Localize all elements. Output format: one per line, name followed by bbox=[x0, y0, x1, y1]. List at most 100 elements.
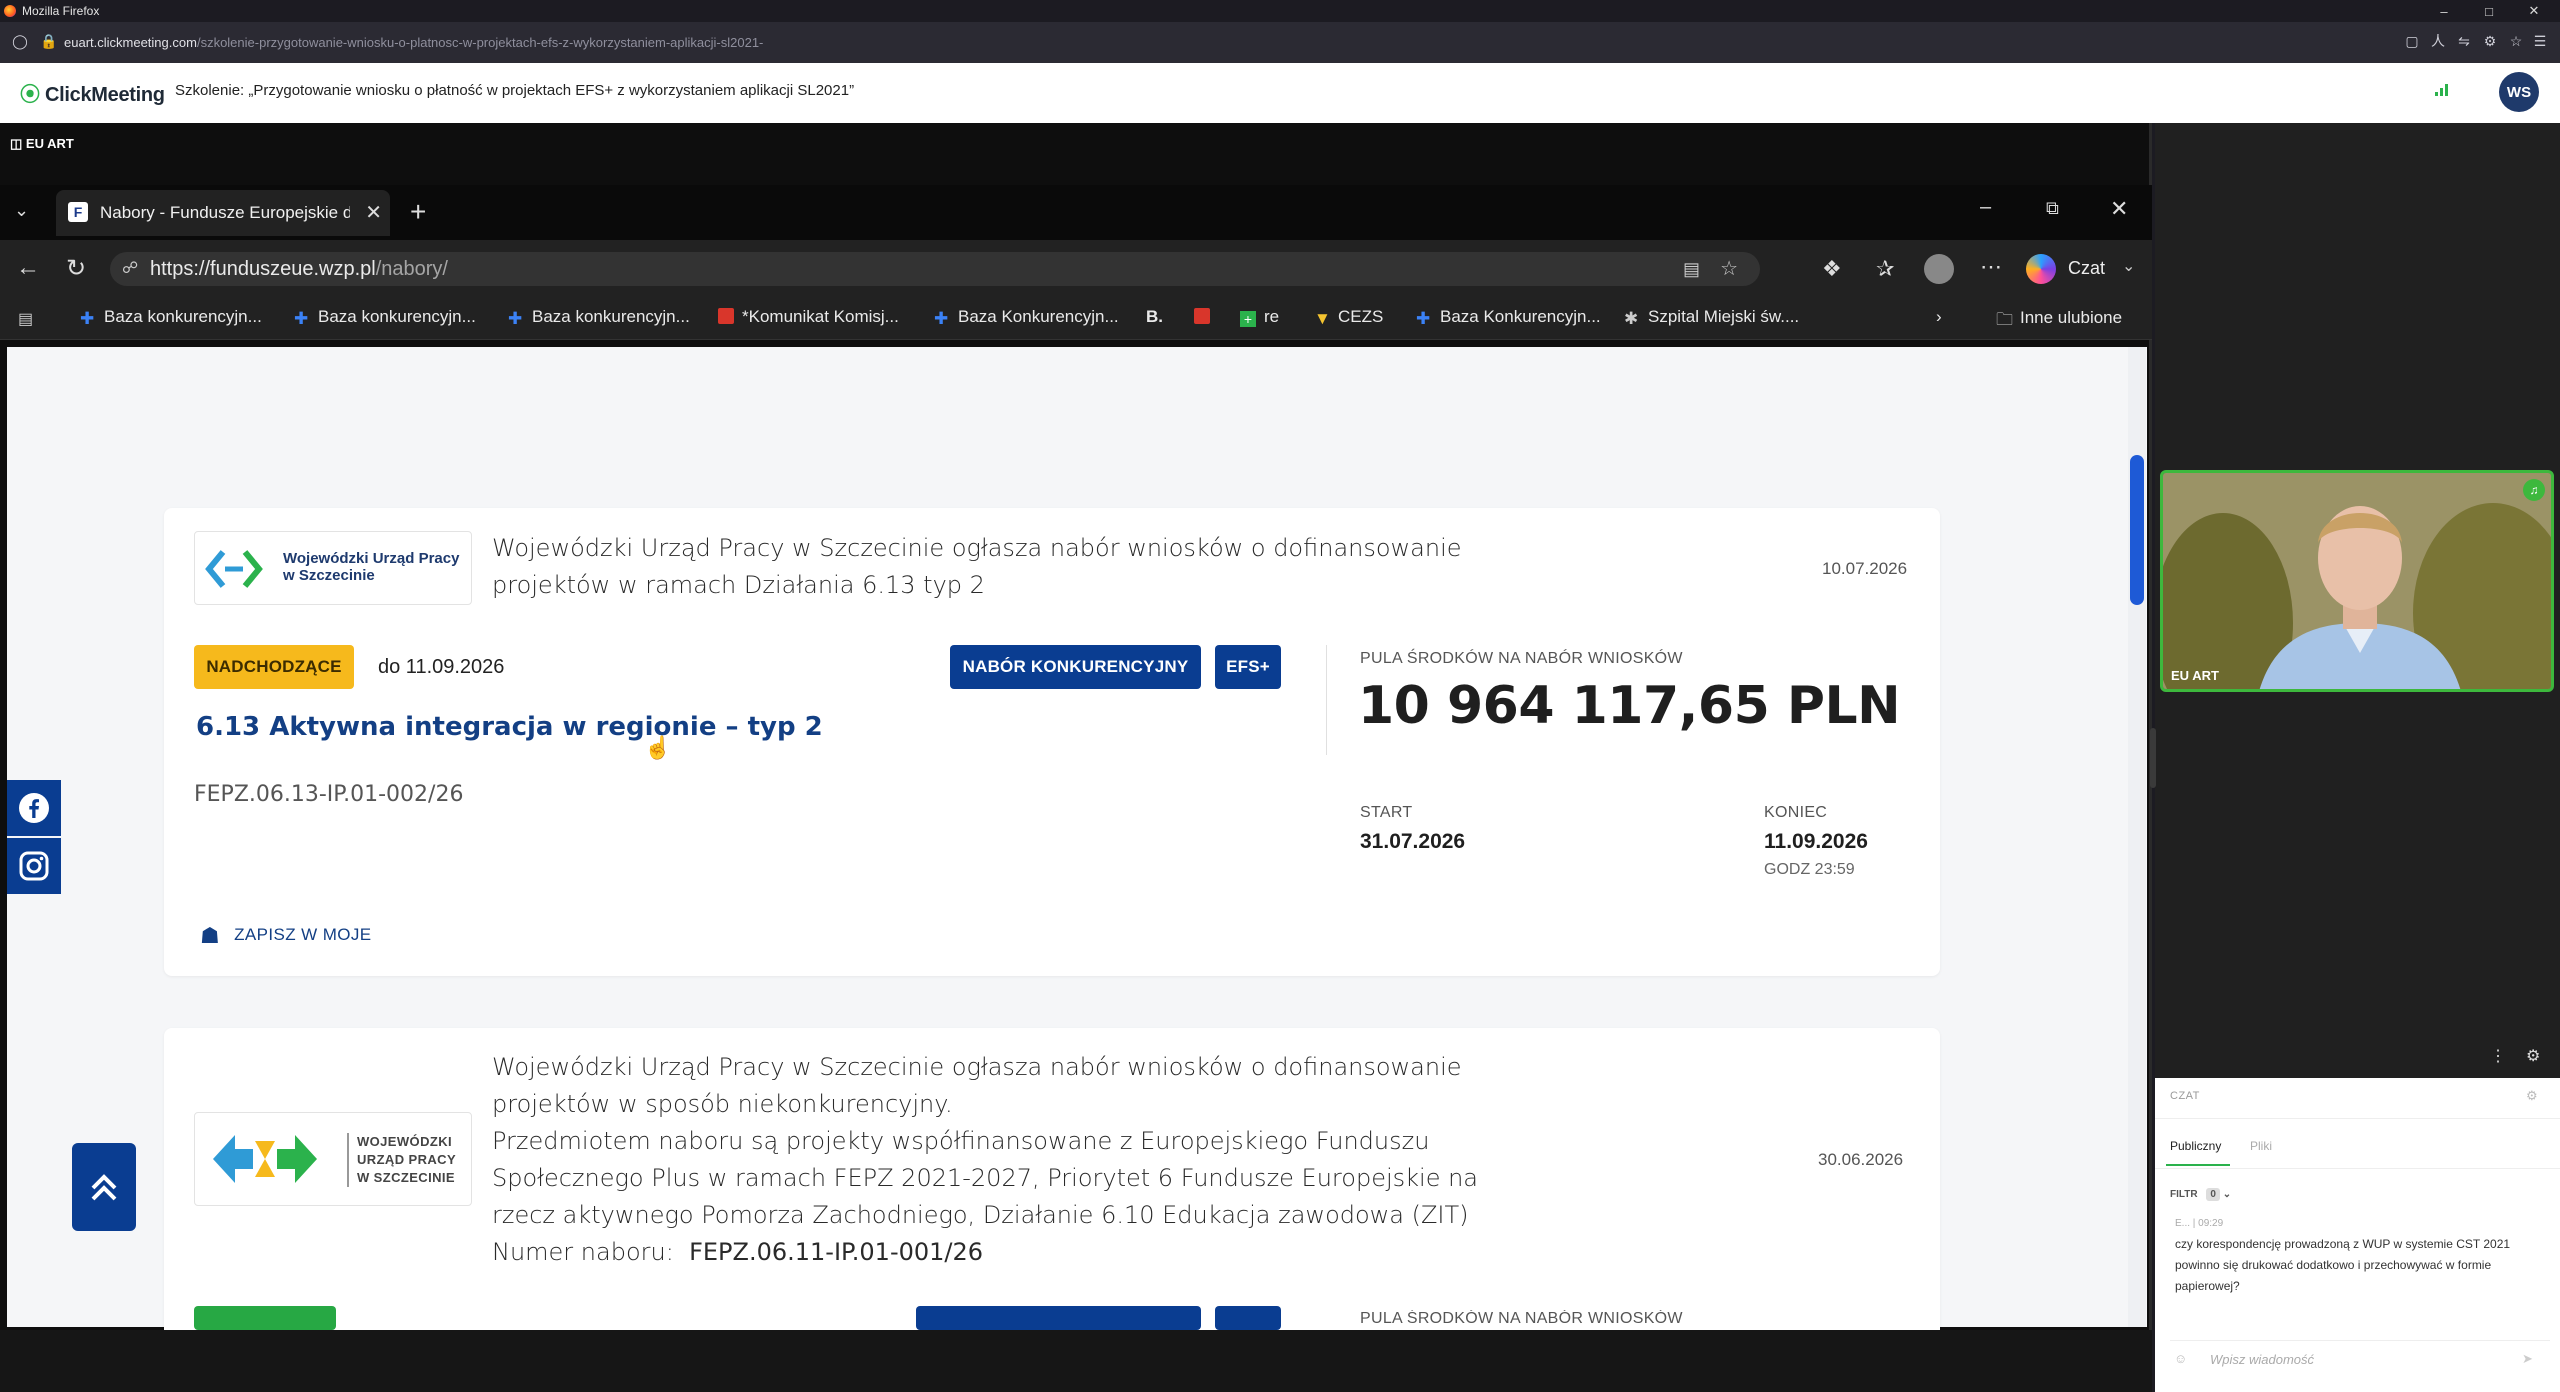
back-button[interactable]: ← bbox=[16, 254, 40, 282]
description-line: Przedmiotem naboru są projekty współfina… bbox=[492, 1127, 1430, 1155]
instagram-button[interactable] bbox=[7, 838, 61, 894]
edge-restore-button[interactable]: ⧉ bbox=[2046, 198, 2059, 219]
profile-icon[interactable] bbox=[1924, 254, 1954, 284]
clickmeeting-logo: ⦿ ClickMeeting bbox=[20, 84, 165, 106]
translate-page-icon[interactable]: ⇋ bbox=[2456, 33, 2472, 49]
joomla-icon: ✱ bbox=[1624, 309, 1639, 328]
firefox-address[interactable]: euart.clickmeeting.com/szkolenie-przygot… bbox=[64, 35, 763, 50]
bookmark-8[interactable]: ▼ CEZS bbox=[1314, 307, 1384, 328]
edge-url-host: https://funduszeue.wzp.pl bbox=[150, 258, 376, 280]
recruitment-code: FEPZ.06.13-IP.01-002/26 bbox=[194, 782, 464, 807]
emoji-icon[interactable]: ☺ bbox=[2174, 1351, 2187, 1366]
tab-files[interactable]: Pliki bbox=[2250, 1139, 2272, 1153]
close-tab-icon[interactable]: ✕ bbox=[365, 200, 382, 225]
bookmark-label: *Komunikat Komisj... bbox=[742, 307, 899, 326]
panel-resize-handle[interactable] bbox=[2150, 728, 2156, 788]
close-window-button[interactable]: ✕ bbox=[2514, 0, 2554, 22]
tab-actions-icon[interactable]: ⌄ bbox=[14, 200, 29, 221]
card-description: Wojewódzki Urząd Pracy w Szczecinie ogła… bbox=[492, 530, 1462, 604]
divider bbox=[2155, 1168, 2560, 1169]
more-options-icon[interactable]: ⋮ bbox=[2490, 1046, 2506, 1066]
bookmark-label: Baza konkurencyjn... bbox=[104, 307, 262, 326]
translate-icon[interactable]: 人 bbox=[2430, 33, 2446, 49]
tab-public[interactable]: Publiczny bbox=[2170, 1139, 2221, 1153]
bookmark-1[interactable]: ✚ Baza konkurencyjn... bbox=[80, 307, 262, 328]
bookmark-star-icon[interactable]: ☆ bbox=[2508, 33, 2524, 49]
description-line: projektów w ramach Działania 6.13 typ 2 bbox=[492, 571, 985, 599]
bookmark-favicon: ✚ bbox=[294, 309, 309, 328]
site-info-icon[interactable]: ☍ bbox=[122, 252, 138, 286]
chat-filter[interactable]: FILTR 0 ⌄ bbox=[2170, 1188, 2231, 1201]
copilot-label[interactable]: Czat bbox=[2068, 258, 2105, 279]
edge-address-bar[interactable]: ☍ https://funduszeue.wzp.pl/nabory/ ▤ ☆ bbox=[110, 252, 1760, 286]
type-badge[interactable]: NABÓR KONKURENCYJNY bbox=[950, 645, 1201, 689]
edge-close-button[interactable]: ✕ bbox=[2110, 196, 2128, 222]
copilot-icon[interactable] bbox=[2026, 254, 2056, 284]
chevron-down-icon[interactable]: ⌄ bbox=[2122, 256, 2135, 276]
fund-badge[interactable]: EFS+ bbox=[1215, 645, 1281, 689]
chat-settings-icon[interactable]: ⚙ bbox=[2526, 1088, 2538, 1104]
scrollbar-thumb[interactable] bbox=[2130, 455, 2144, 605]
minimize-button[interactable]: – bbox=[2424, 0, 2464, 22]
refresh-button[interactable]: ↻ bbox=[66, 254, 86, 283]
bookmark-9[interactable]: ✚ Baza Konkurencyjn... bbox=[1416, 307, 1601, 328]
pool-label: PULA ŚRODKÓW NA NABÓR WNIOSKÓW bbox=[1360, 1310, 1683, 1327]
edge-active-tab[interactable]: F Nabory - Fundusze Europejskie dla ✕ bbox=[56, 190, 390, 236]
user-avatar[interactable]: WS bbox=[2499, 72, 2539, 112]
event-title: Szkolenie: „Przygotowanie wniosku o płat… bbox=[175, 82, 855, 99]
bookmark-10[interactable]: ✱ Szpital Miejski św.... bbox=[1624, 307, 1799, 328]
firefox-url-bar[interactable]: ◯ 🔒 euart.clickmeeting.com/szkolenie-prz… bbox=[0, 22, 2560, 63]
logo-text: ClickMeeting bbox=[44, 84, 165, 106]
send-icon[interactable]: ➤ bbox=[2522, 1351, 2533, 1367]
menu-icon[interactable]: ☰ bbox=[2532, 33, 2548, 49]
bookmark-3[interactable]: ✚ Baza konkurencyjn... bbox=[508, 307, 690, 328]
bookmark-label: B. bbox=[1146, 307, 1163, 326]
favorite-star-icon[interactable]: ☆ bbox=[1720, 252, 1738, 286]
new-tab-button[interactable]: + bbox=[410, 196, 426, 228]
bookmark-favicon: ✚ bbox=[508, 309, 523, 328]
bookmark-4[interactable]: *Komunikat Komisj... bbox=[718, 307, 899, 327]
other-favorites[interactable]: 🗀 Inne ulubione bbox=[1996, 307, 2122, 329]
settings-icon[interactable]: ⚙ bbox=[2526, 1046, 2540, 1066]
signal-icon bbox=[2435, 84, 2448, 96]
chat-input[interactable]: ☺ Wpisz wiadomość ➤ bbox=[2170, 1340, 2550, 1376]
bookmark-pdf[interactable] bbox=[1194, 307, 1218, 327]
scroll-to-top-button[interactable] bbox=[72, 1143, 136, 1231]
reading-view-icon[interactable]: ▤ bbox=[1683, 252, 1700, 286]
facebook-button[interactable] bbox=[7, 780, 61, 836]
share-label: ◫ EU ART bbox=[10, 136, 74, 152]
favorites-icon[interactable]: ✰ bbox=[1876, 256, 1894, 282]
edge-minimize-button[interactable]: – bbox=[1980, 196, 1991, 219]
bookmark-favicon: ✚ bbox=[1416, 309, 1431, 328]
bookmark-5[interactable]: ✚ Baza Konkurencyjn... bbox=[934, 307, 1119, 328]
bookmark-favicon: ✚ bbox=[80, 309, 95, 328]
bookmark-7[interactable]: + re bbox=[1240, 307, 1279, 327]
collections-icon[interactable]: ▤ bbox=[18, 309, 33, 329]
mouse-cursor-icon: ☝ bbox=[644, 735, 672, 760]
bookmarks-overflow-icon[interactable]: › bbox=[1936, 307, 1942, 327]
bookmark-6[interactable]: B. bbox=[1146, 307, 1163, 327]
maximize-button[interactable]: □ bbox=[2469, 0, 2509, 22]
screen-share-icon[interactable]: ▢ bbox=[2404, 33, 2420, 49]
type-badge[interactable] bbox=[916, 1306, 1201, 1330]
extensions-icon[interactable]: ❖ bbox=[1822, 256, 1842, 282]
more-options-icon[interactable]: ⋯ bbox=[1980, 254, 2002, 280]
fund-badge[interactable] bbox=[1215, 1306, 1281, 1330]
lock-icon[interactable]: 🔒 bbox=[40, 33, 57, 49]
recruitment-number-line: Numer naboru: FEPZ.06.11-IP.01-001/26 bbox=[492, 1234, 1478, 1271]
firefox-title-bar: Mozilla Firefox – □ ✕ bbox=[0, 0, 2560, 22]
extensions-icon[interactable]: ⚙ bbox=[2482, 33, 2498, 49]
bookmark-label: Baza Konkurencyjn... bbox=[958, 307, 1119, 326]
bookmark-2[interactable]: ✚ Baza konkurencyjn... bbox=[294, 307, 476, 328]
chat-message: czy korespondencję prowadzoną z WUP w sy… bbox=[2175, 1237, 2511, 1293]
bookmark-label: re bbox=[1264, 307, 1280, 326]
start-label: START bbox=[1360, 804, 1413, 821]
bookmark-label: CEZS bbox=[1338, 307, 1384, 326]
description-line: projektów w sposób niekonkurencyjny. bbox=[492, 1090, 953, 1118]
recruitment-title-link[interactable]: 6.13 Aktywna integracja w regionie – typ… bbox=[196, 712, 823, 742]
presenter-video[interactable]: ♫ EU ART bbox=[2160, 470, 2554, 692]
shield-icon[interactable]: ◯ bbox=[12, 33, 28, 49]
save-to-mine-button[interactable]: ☗ ZAPISZ W MOJE bbox=[200, 920, 372, 948]
site-favicon: F bbox=[68, 202, 88, 222]
bottom-bar bbox=[0, 1330, 2152, 1392]
